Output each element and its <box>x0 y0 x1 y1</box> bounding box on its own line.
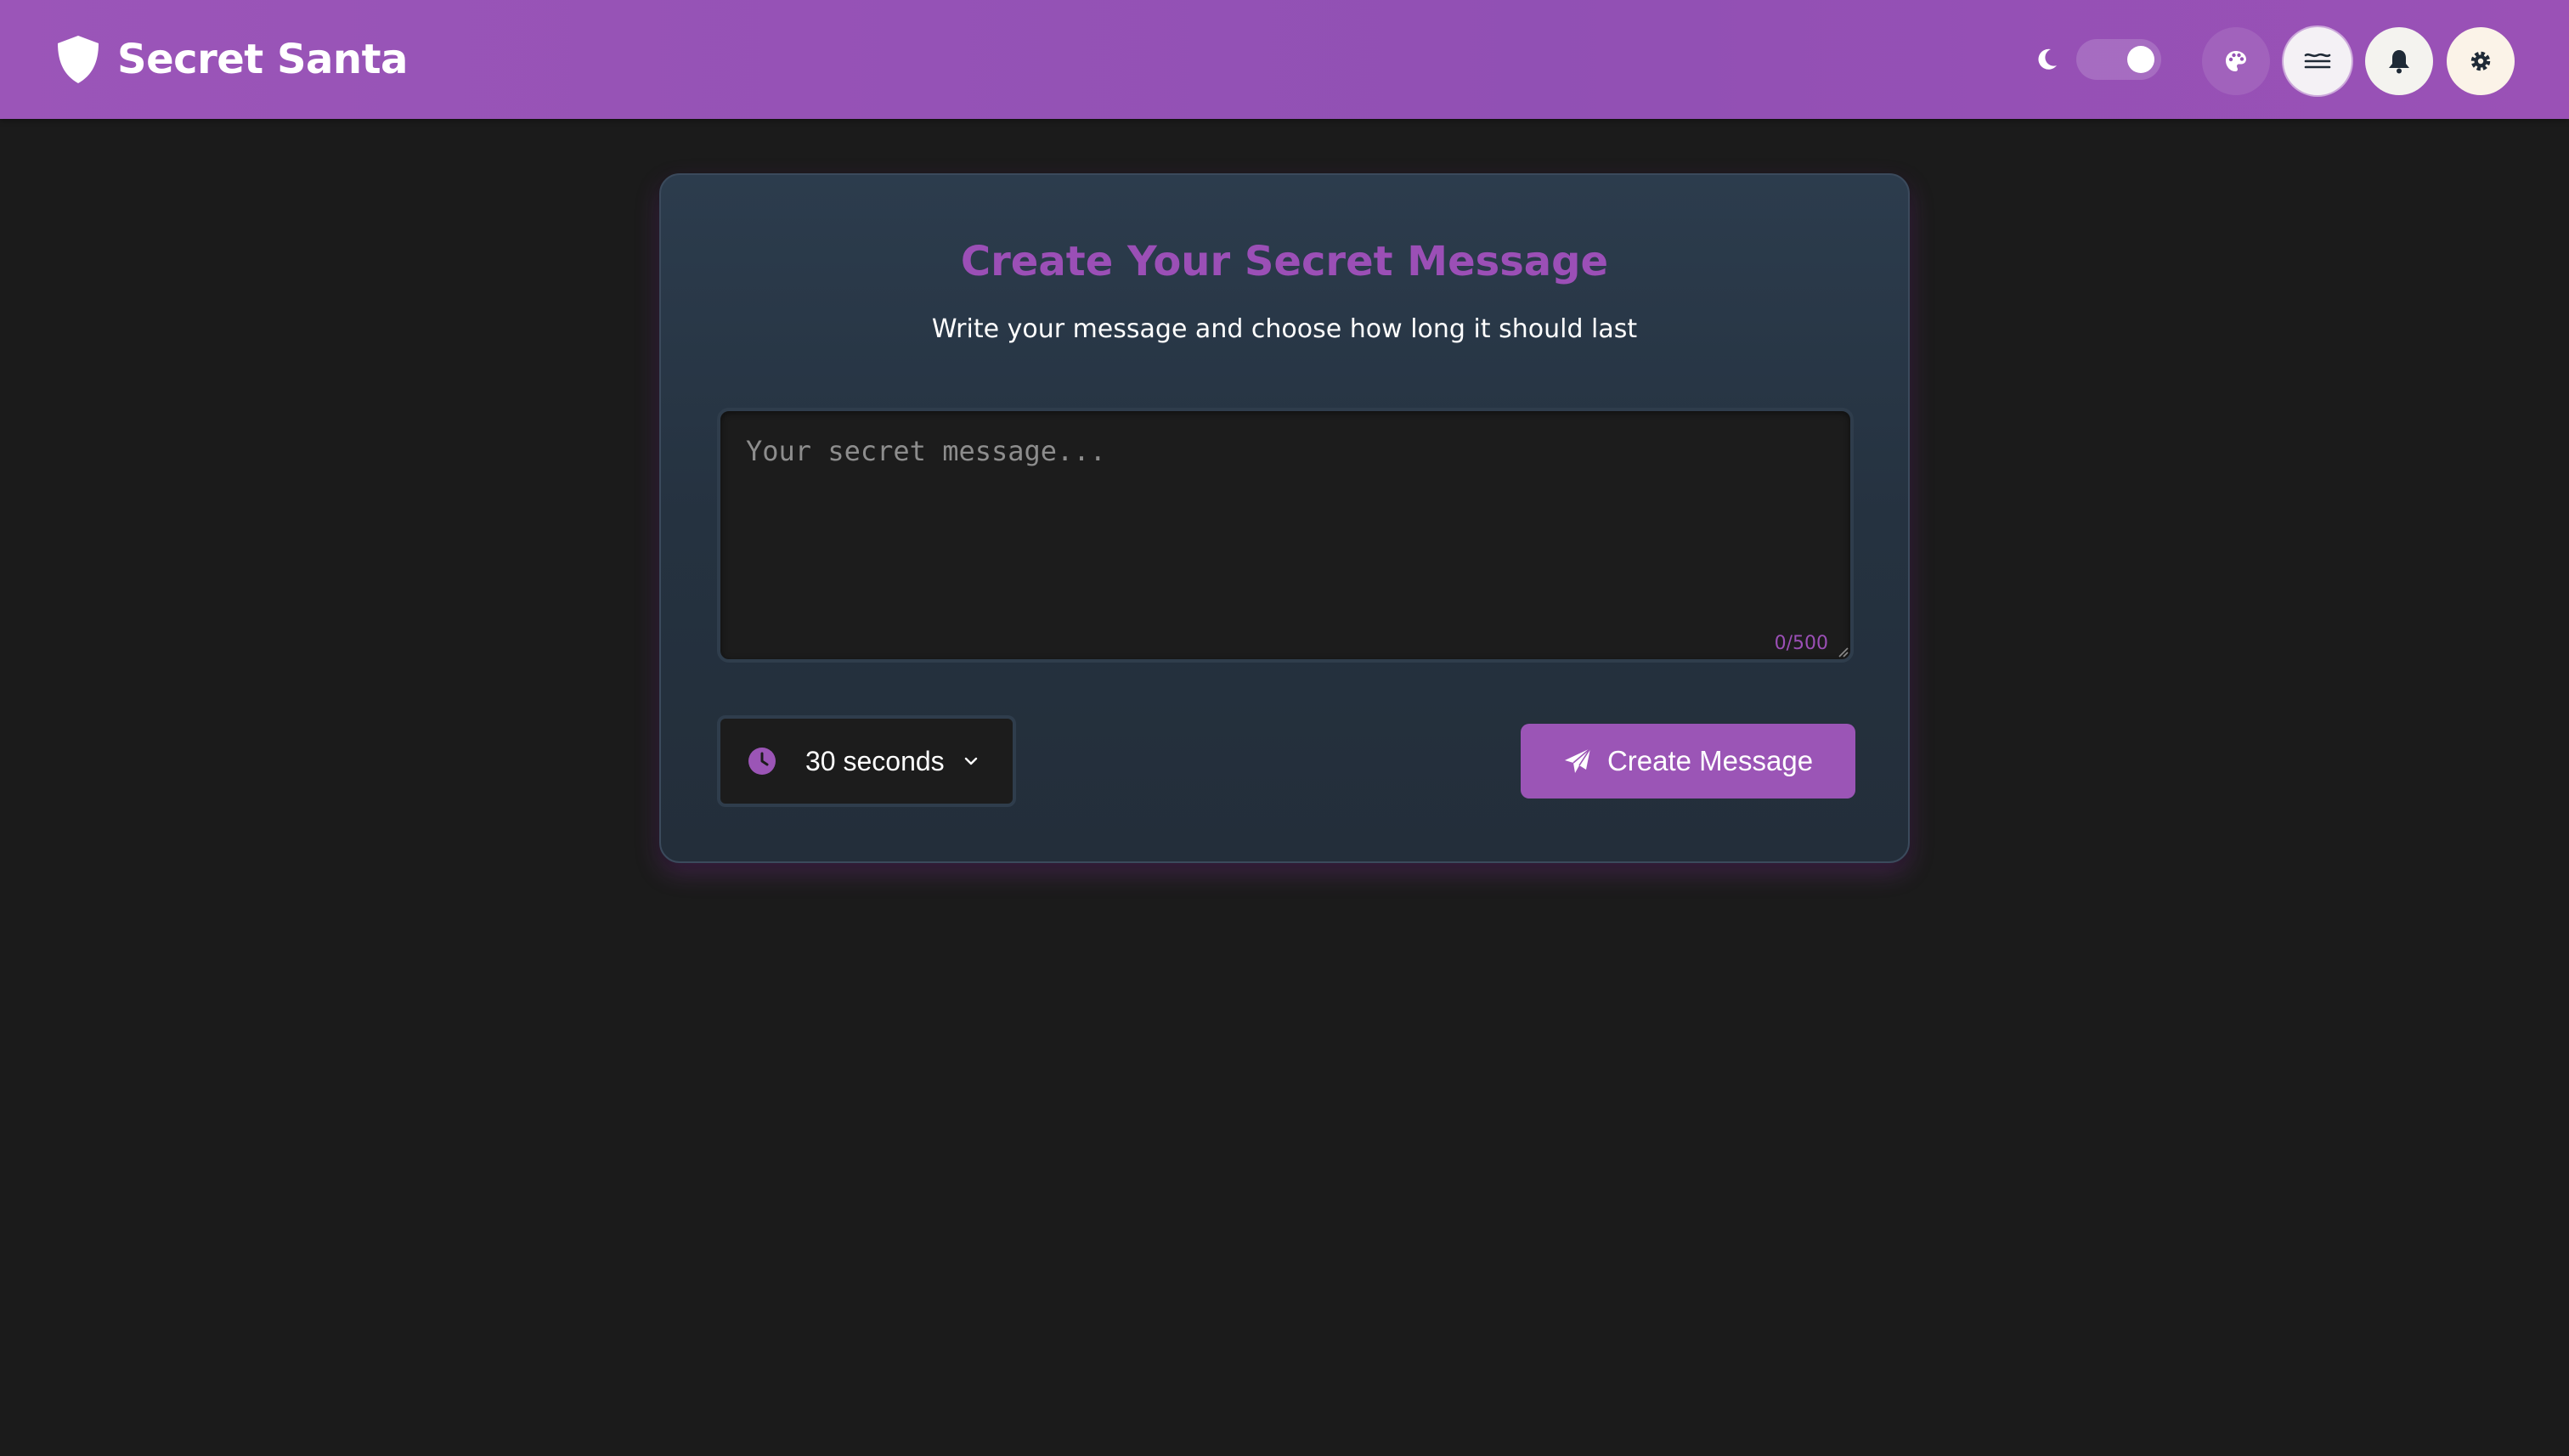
message-card: Create Your Secret Message Write your me… <box>659 173 1910 863</box>
gear-icon <box>2470 51 2491 71</box>
layers-icon <box>2304 53 2331 69</box>
message-field-wrapper: 0/500 <box>717 408 1854 663</box>
clock-icon <box>748 748 776 775</box>
toggle-knob <box>2127 46 2154 73</box>
chevron-down-icon <box>964 757 977 765</box>
card-subtitle: Write your message and choose how long i… <box>931 314 1638 344</box>
card-title: Create Your Secret Message <box>960 238 1609 285</box>
notifications-button[interactable] <box>2365 27 2433 95</box>
resize-grip-icon[interactable] <box>1837 646 1849 657</box>
paper-plane-icon <box>1564 748 1591 773</box>
top-bar: Secret Santa <box>0 0 2569 119</box>
moon-icon <box>2038 48 2057 70</box>
duration-value: 30 seconds <box>805 745 945 776</box>
create-message-button[interactable]: Create Message <box>1521 724 1855 799</box>
palette-icon <box>2226 51 2246 71</box>
settings-button[interactable] <box>2447 27 2515 95</box>
palette-button[interactable] <box>2202 27 2270 95</box>
duration-select[interactable]: 30 seconds <box>717 715 1016 807</box>
bell-icon <box>2389 50 2409 74</box>
message-input[interactable] <box>717 408 1854 663</box>
layers-button[interactable] <box>2284 27 2352 95</box>
app-title: Secret Santa <box>117 36 408 83</box>
shield-icon <box>58 36 99 83</box>
create-message-label: Create Message <box>1606 745 1814 776</box>
char-count: 0/500 <box>1774 633 1828 654</box>
brand[interactable]: Secret Santa <box>54 32 408 87</box>
theme-toggle[interactable] <box>2076 39 2161 80</box>
